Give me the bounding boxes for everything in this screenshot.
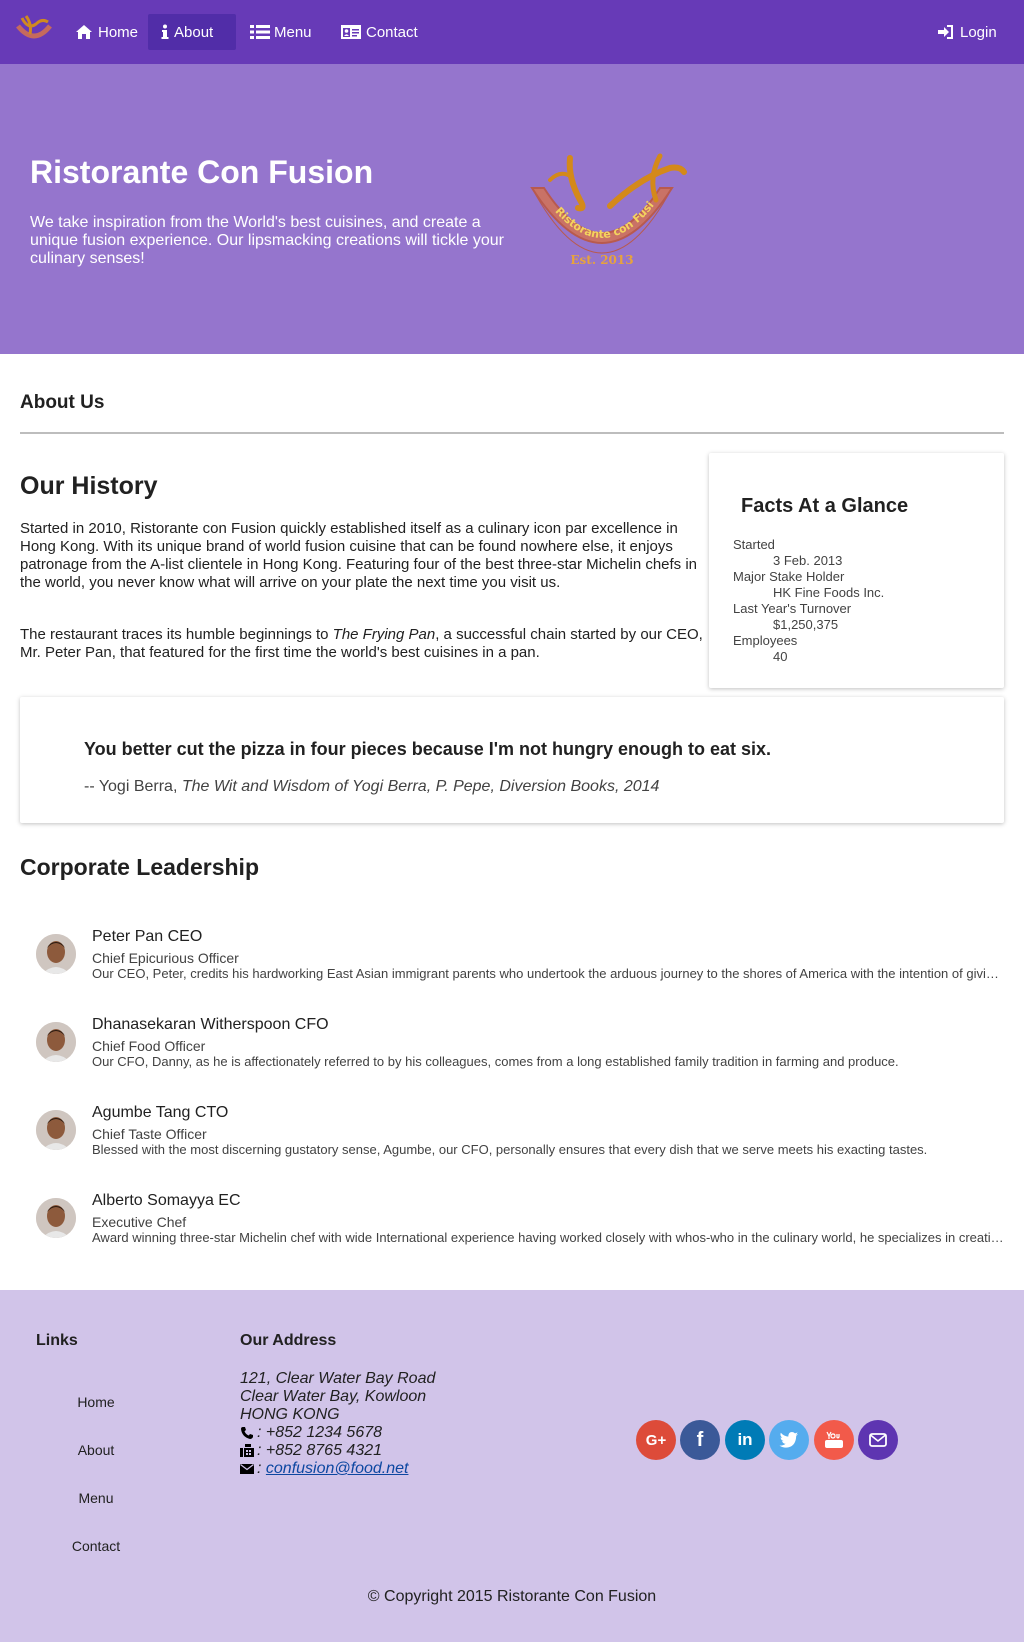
history-p2-text-a: The restaurant traces its humble beginni… [20, 626, 333, 643]
leader-item: Agumbe Tang CTO Chief Taste Officer Bles… [36, 1104, 976, 1168]
leader-description: Our CEO, Peter, credits his hardworking … [92, 966, 1006, 981]
restaurant-logo: Ristorante con Fusion Est. 2013 [520, 148, 687, 267]
leader-role: Chief Taste Officer [92, 1126, 207, 1142]
nav-home[interactable]: Home [62, 14, 150, 50]
login-button[interactable]: Login [924, 14, 1009, 50]
facebook-icon: f [696, 1428, 704, 1451]
footer-link-home[interactable]: Home [60, 1394, 132, 1410]
footer-link-about[interactable]: About [60, 1442, 132, 1458]
copyright: © Copyright 2015 Ristorante Con Fusion [367, 1588, 657, 1605]
list-icon [250, 24, 270, 40]
jumbotron: Ristorante Con Fusion We take inspiratio… [0, 64, 1024, 354]
nav-contact[interactable]: Contact [328, 14, 430, 50]
nav-about[interactable]: About [148, 14, 236, 50]
leader-item: Peter Pan CEO Chief Epicurious Officer O… [36, 928, 1006, 992]
footer-link-contact[interactable]: Contact [60, 1538, 132, 1554]
login-label: Login [960, 23, 997, 41]
home-icon [74, 24, 94, 40]
email-row: : confusion@food.net [240, 1460, 435, 1478]
youtube-button[interactable] [814, 1420, 854, 1460]
footer: Links Home About Menu Contact Our Addres… [0, 1290, 1024, 1642]
phone-icon [241, 1427, 253, 1439]
fact-value: 40 [773, 649, 788, 664]
history-paragraph-2: The restaurant traces its humble beginni… [20, 626, 710, 662]
mail-button[interactable] [858, 1420, 898, 1460]
leader-name: Agumbe Tang CTO [92, 1104, 229, 1121]
nav-menu-label: Menu [274, 23, 312, 41]
address-line: 121, Clear Water Bay Road [240, 1370, 436, 1387]
address-block: 121, Clear Water Bay Road Clear Water Ba… [240, 1370, 435, 1478]
youtube-icon [825, 1431, 843, 1448]
leader-item: Alberto Somayya EC Executive Chef Award … [36, 1192, 1006, 1256]
leader-name: Peter Pan CEO [92, 928, 203, 945]
footer-link-menu[interactable]: Menu [60, 1490, 132, 1506]
linkedin-icon: in [737, 1430, 753, 1449]
nav-menu[interactable]: Menu [238, 14, 324, 50]
quote-text: You better cut the pizza in four pieces … [84, 739, 772, 759]
address-line: HONG KONG [240, 1406, 340, 1423]
linkedin-button[interactable]: in [725, 1420, 765, 1460]
history-heading: Our History [20, 472, 158, 500]
facts-list: Started 3 Feb. 2013 Major Stake Holder H… [733, 537, 884, 665]
brand-logo[interactable] [14, 10, 54, 50]
fact-term: Started [733, 537, 775, 552]
envelope-icon [240, 1464, 254, 1474]
fact-term: Last Year's Turnover [733, 601, 852, 616]
google-plus-button[interactable]: G+ [636, 1420, 676, 1460]
jumbotron-text: We take inspiration from the World's bes… [30, 214, 504, 267]
sign-in-icon [936, 24, 956, 40]
info-icon [160, 24, 170, 40]
leader-name: Dhanasekaran Witherspoon CFO [92, 1016, 329, 1033]
facebook-button[interactable]: f [680, 1420, 720, 1460]
email-link[interactable]: confusion@food.net [266, 1460, 409, 1478]
history-p2-emphasis: The Frying Pan [332, 626, 436, 643]
google-plus-icon: G+ [645, 1431, 667, 1449]
facts-card: Facts At a Glance Started 3 Feb. 2013 Ma… [709, 453, 1004, 688]
phone-number: : +852 1234 5678 [257, 1424, 383, 1441]
divider [20, 432, 1004, 434]
avatar [36, 1022, 76, 1062]
quote-card: You better cut the pizza in four pieces … [20, 697, 1004, 823]
fax-row: : +852 8765 4321 [240, 1442, 435, 1460]
nav-home-label: Home [98, 23, 139, 41]
leader-item: Dhanasekaran Witherspoon CFO Chief Food … [36, 1016, 976, 1080]
fact-term: Employees [733, 633, 798, 648]
leader-description: Award winning three-star Michelin chef w… [92, 1230, 1006, 1245]
leader-name: Alberto Somayya EC [92, 1192, 241, 1209]
twitter-icon [779, 1432, 798, 1448]
avatar [36, 1198, 76, 1238]
fact-term: Major Stake Holder [733, 569, 845, 584]
facts-title: Facts At a Glance [741, 495, 909, 517]
navbar: Home About Menu Contact Login [0, 0, 1024, 64]
twitter-button[interactable] [769, 1420, 809, 1460]
nav-contact-label: Contact [366, 23, 418, 41]
quote-footer: -- Yogi Berra, The Wit and Wisdom of Yog… [84, 778, 659, 796]
fact-value: 3 Feb. 2013 [773, 553, 843, 568]
avatar [36, 1110, 76, 1150]
leadership-heading: Corporate Leadership [20, 854, 259, 880]
leader-role: Chief Epicurious Officer [92, 950, 239, 966]
mail-icon [869, 1433, 887, 1447]
leader-description: Blessed with the most discerning gustato… [92, 1142, 928, 1157]
address-line: Clear Water Bay, Kowloon [240, 1388, 427, 1405]
fact-value: $1,250,375 [773, 617, 839, 632]
fax-icon [240, 1444, 254, 1457]
fax-number: : +852 8765 4321 [257, 1442, 383, 1459]
avatar [36, 934, 76, 974]
leader-description: Our CFO, Danny, as he is affectionately … [92, 1054, 899, 1069]
nav-about-label: About [174, 23, 214, 41]
history-paragraph-1: Started in 2010, Ristorante con Fusion q… [20, 520, 698, 591]
footer-address-heading: Our Address [240, 1332, 337, 1349]
phone-row: : +852 1234 5678 [240, 1424, 435, 1442]
quote-author: -- Yogi Berra, [84, 778, 182, 795]
page-title: About Us [20, 392, 105, 413]
fact-value: HK Fine Foods Inc. [773, 585, 885, 600]
address-card-icon [340, 24, 362, 40]
leader-role: Executive Chef [92, 1214, 187, 1230]
footer-links-heading: Links [36, 1332, 78, 1349]
leader-role: Chief Food Officer [92, 1038, 206, 1054]
quote-source: The Wit and Wisdom of Yogi Berra, P. Pep… [181, 778, 660, 795]
jumbotron-title: Ristorante Con Fusion [30, 154, 374, 190]
logo-est: Est. 2013 [570, 253, 633, 267]
